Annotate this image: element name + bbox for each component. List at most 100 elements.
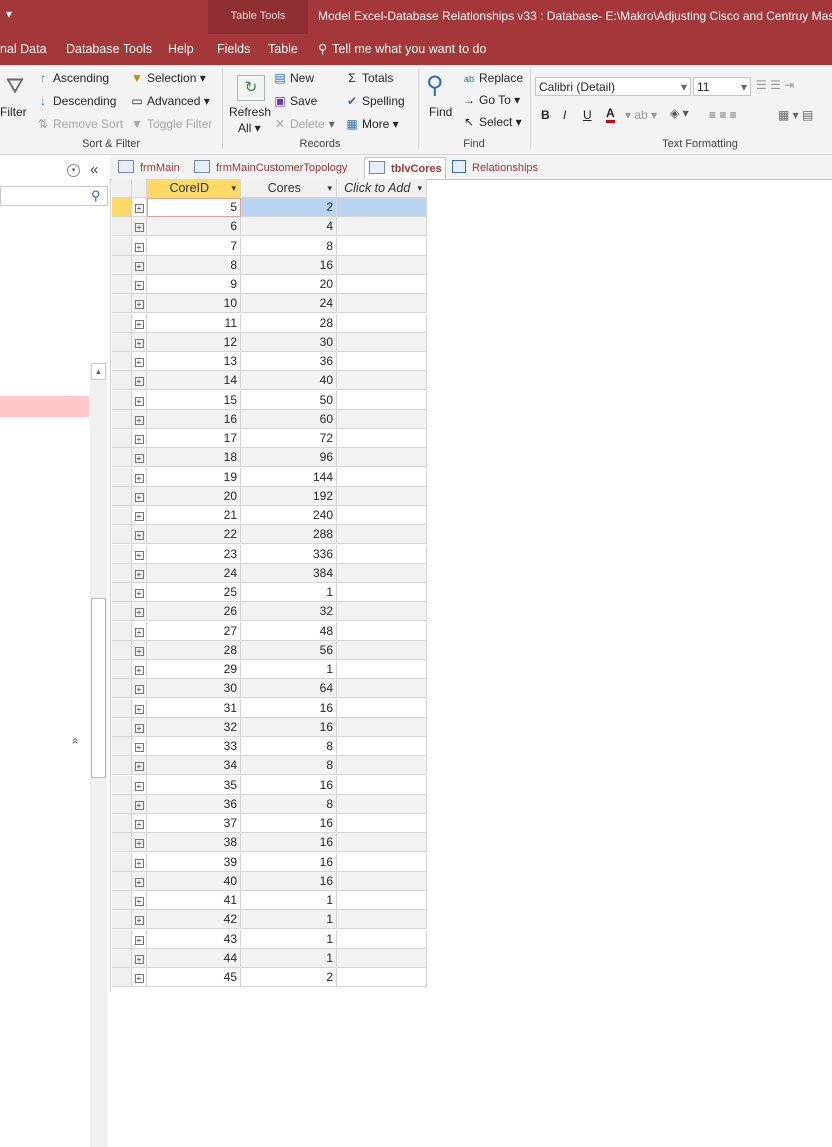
spelling-button[interactable]: ✔ Spelling [345,94,405,108]
subdatasheet-expander[interactable]: + [132,352,147,371]
cell-coreid[interactable]: 26 [147,602,241,622]
record-selector[interactable] [112,429,132,448]
cell-click-to-add[interactable] [337,506,427,525]
cell-click-to-add[interactable] [337,390,427,410]
tab-relationships[interactable]: Relationships [452,157,552,179]
subdatasheet-expander[interactable]: + [132,717,147,737]
subdatasheet-expander[interactable]: + [132,929,147,949]
subdatasheet-expander[interactable]: + [132,332,147,352]
find-button[interactable]: Find [429,105,452,119]
selection-button[interactable]: ▼ Selection ▾ [130,71,206,85]
table-row[interactable]: +38 16 [112,833,427,853]
cell-cores[interactable]: 16 [241,833,337,853]
totals-button[interactable]: Σ Totals [345,71,393,85]
cell-coreid[interactable]: 29 [147,660,241,679]
subdatasheet-expander[interactable]: + [132,429,147,448]
cell-click-to-add[interactable] [337,275,427,294]
cell-cores[interactable]: 40 [241,371,337,391]
subdatasheet-expander[interactable]: + [132,255,147,275]
subdatasheet-expander[interactable]: + [132,544,147,564]
chevron-up-icon[interactable]: » [67,738,81,745]
tab-database-tools[interactable]: Database Tools [66,42,152,56]
cell-cores[interactable]: 1 [241,948,337,968]
subdatasheet-expander[interactable]: + [132,563,147,583]
table-row[interactable]: +8 16 [112,255,427,275]
cell-coreid[interactable]: 37 [147,814,241,833]
refresh-all-dropdown[interactable]: All ▾ [238,121,261,135]
cell-coreid[interactable]: 36 [147,794,241,814]
subdatasheet-expander[interactable]: + [132,968,147,987]
table-row[interactable]: +41 1 [112,891,427,910]
subdatasheet-expander[interactable]: + [132,236,147,256]
cell-click-to-add[interactable] [337,486,427,506]
subdatasheet-expander[interactable]: + [132,621,147,641]
cell-coreid[interactable]: 45 [147,968,241,987]
table-row[interactable]: +31 16 [112,698,427,718]
record-selector[interactable] [112,217,132,237]
cell-coreid[interactable]: 28 [147,640,241,660]
cell-cores[interactable]: 8 [241,794,337,814]
table-row[interactable]: +35 16 [112,775,427,795]
cell-coreid[interactable]: 24 [147,563,241,583]
subdatasheet-expander[interactable]: + [132,294,147,314]
cell-click-to-add[interactable] [337,717,427,737]
table-row[interactable]: +14 40 [112,371,427,391]
cell-click-to-add[interactable] [337,409,427,429]
table-row[interactable]: +34 8 [112,756,427,776]
delete-record-button[interactable]: ✕ Delete ▾ [273,117,335,131]
record-selector[interactable] [112,390,132,410]
record-selector[interactable] [112,660,132,679]
record-selector[interactable] [112,948,132,968]
cell-coreid[interactable]: 8 [147,255,241,275]
tab-fields[interactable]: Fields [217,42,250,56]
cell-coreid[interactable]: 22 [147,525,241,545]
record-selector[interactable] [112,717,132,737]
collapse-pane-icon[interactable]: « [90,161,98,178]
cell-coreid[interactable]: 41 [147,891,241,910]
record-selector[interactable] [112,563,132,583]
more-button[interactable]: ▦ More ▾ [345,117,398,131]
cell-coreid[interactable]: 40 [147,871,241,891]
table-row[interactable]: +18 96 [112,448,427,468]
subdatasheet-expander[interactable]: + [132,756,147,776]
cell-coreid[interactable]: 17 [147,429,241,448]
cell-coreid[interactable]: 31 [147,698,241,718]
tab-frmmaincustomertopology[interactable]: frmMainCustomerTopology [194,157,360,179]
select-all-corner[interactable] [112,179,132,198]
table-row[interactable]: +16 60 [112,409,427,429]
record-selector[interactable] [112,852,132,872]
cell-cores[interactable]: 16 [241,698,337,718]
subdatasheet-expander[interactable]: + [132,275,147,294]
cell-coreid[interactable]: 20 [147,486,241,506]
record-selector[interactable] [112,486,132,506]
subdatasheet-expander[interactable]: + [132,660,147,679]
cell-cores[interactable]: 1 [241,583,337,602]
table-row[interactable]: +29 1 [112,660,427,679]
record-selector[interactable] [112,968,132,987]
cell-click-to-add[interactable] [337,929,427,949]
goto-button[interactable]: → Go To ▾ [462,93,520,107]
record-selector[interactable] [112,621,132,641]
table-row[interactable]: +23 336 [112,544,427,564]
subdatasheet-expander[interactable]: + [132,371,147,391]
subdatasheet-expander[interactable]: + [132,409,147,429]
subdatasheet-expander[interactable]: + [132,583,147,602]
quick-access-toolbar[interactable]: ▾ [6,7,12,21]
table-row[interactable]: +10 24 [112,294,427,314]
table-row[interactable]: +9 20 [112,275,427,294]
column-header-cores[interactable]: Cores ▾ [241,179,337,198]
cell-coreid[interactable]: 12 [147,332,241,352]
table-row[interactable]: +6 4 [112,217,427,237]
cell-cores[interactable]: 2 [241,198,337,217]
table-row[interactable]: +45 2 [112,968,427,987]
cell-coreid[interactable]: 19 [147,467,241,487]
sort-descending-button[interactable]: ↓ Descending [36,94,116,108]
cell-cores[interactable]: 240 [241,506,337,525]
tell-me-search[interactable]: ⚲ Tell me what you want to do [318,41,486,56]
cell-cores[interactable]: 24 [241,294,337,314]
record-selector[interactable] [112,891,132,910]
table-row[interactable]: +44 1 [112,948,427,968]
cell-coreid[interactable]: 35 [147,775,241,795]
subdatasheet-expander[interactable]: + [132,794,147,814]
table-row[interactable]: +19 144 [112,467,427,487]
